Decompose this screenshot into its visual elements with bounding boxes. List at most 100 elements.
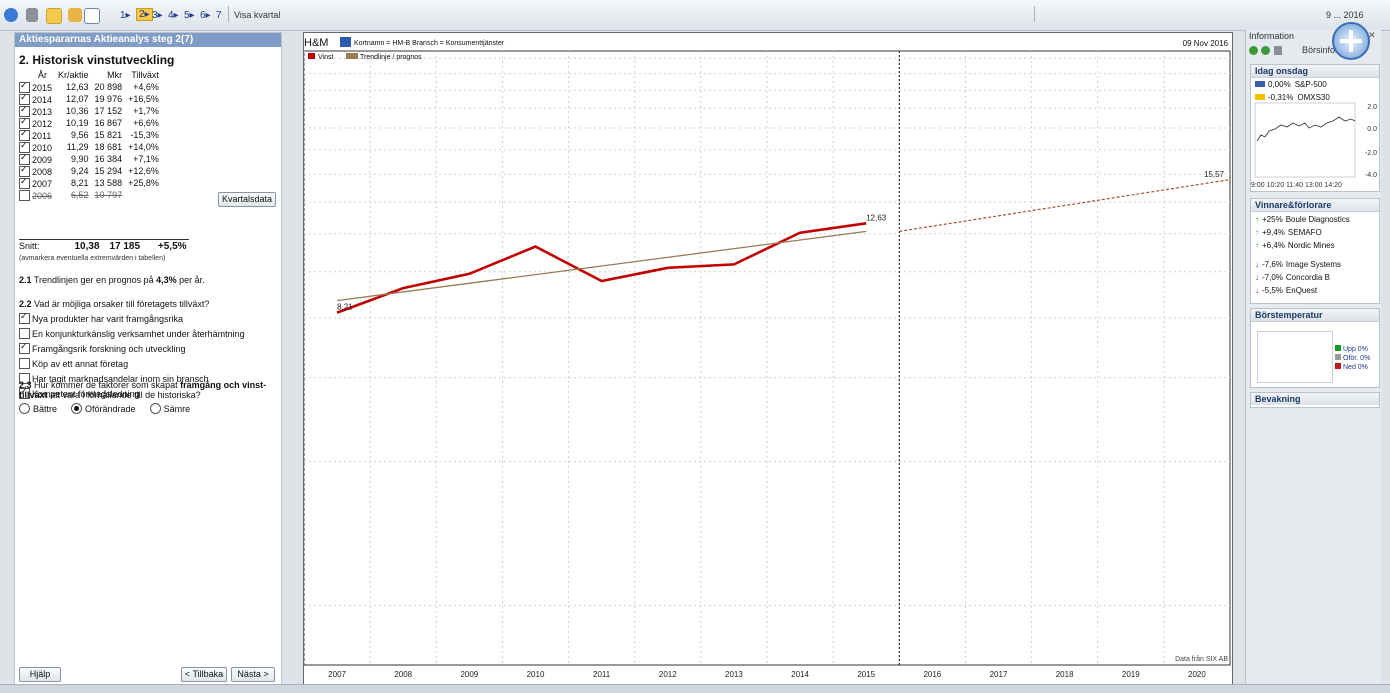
mini-y-label: -2.0 (1365, 150, 1377, 157)
data-label: 12,63 (866, 213, 887, 222)
year-label: 2007 (32, 178, 53, 189)
chart-title: H&M (304, 37, 328, 49)
mini-y-label: 0.0 (1367, 126, 1377, 133)
toolbar-divider (228, 6, 229, 22)
step-1-button[interactable]: 1▸ (120, 10, 131, 21)
toolbar-divider (1034, 6, 1035, 22)
information-title: Information (1249, 31, 1295, 41)
watchlist-title[interactable]: Bevakning (1251, 393, 1379, 405)
flag-icon (1255, 94, 1265, 100)
chart-info: Kortnamn = HM-B Bransch = Konsumenttjäns… (354, 40, 505, 47)
mkr-cell: 15 821 (94, 130, 123, 140)
x-tick-label: 2011 (593, 670, 611, 679)
reason-item[interactable]: Nya produkter har varit framgångsrika (19, 311, 183, 324)
step-7-button[interactable]: 7 (216, 10, 222, 21)
arrow-down-icon: ↓ (1255, 260, 1259, 269)
back-arrow-icon[interactable] (1249, 46, 1258, 55)
borsinfo-label[interactable]: Börsinfo (1302, 45, 1335, 55)
mkr-cell: 16 867 (94, 118, 123, 128)
option-radio[interactable] (19, 403, 30, 414)
row-checkbox[interactable] (19, 176, 30, 189)
tillvaxt-cell: +7,1% (133, 154, 159, 164)
step-4-button[interactable]: 4▸ (168, 10, 179, 21)
year-label: 2013 (32, 106, 53, 117)
section-text: Vad är möjliga orsaker till företagets t… (34, 299, 210, 309)
index-row[interactable]: 0,00% S&P-500 (1251, 78, 1379, 91)
visa-kvartal-link[interactable]: Visa kvartal (234, 10, 280, 20)
reason-label: Framgångsrik forskning och utveckling (32, 344, 186, 354)
reason-checkbox[interactable] (19, 341, 30, 354)
option-3[interactable]: Sämre (149, 403, 190, 414)
toolbar: 1▸ 2▸ 3▸ 4▸ 5▸ 6▸ 7 Visa kvartal 9 ... 2016 (0, 0, 1390, 31)
tillvaxt-cell: +6,6% (133, 118, 159, 128)
reason-checkbox[interactable] (19, 311, 30, 324)
grid-icon[interactable] (46, 8, 62, 24)
wrench-icon[interactable] (26, 8, 38, 22)
step-3-button[interactable]: 3▸ (152, 10, 163, 21)
reason-item[interactable]: Köp av ett annat företag (19, 358, 128, 369)
section-bold: framgång och vinst- (180, 380, 267, 390)
document-icon[interactable] (84, 8, 100, 24)
krAktie-cell: 9,24 (71, 166, 89, 176)
mover-row[interactable]: ↓ -5,5% EnQuest (1251, 284, 1379, 297)
watchlist-box: Bevakning (1250, 392, 1380, 408)
reason-label: Köp av ett annat företag (32, 359, 129, 369)
reason-item[interactable]: Framgångsrik forskning och utveckling (19, 341, 186, 354)
reason-checkbox[interactable] (19, 328, 30, 339)
arrow-up-icon: ↑ (1255, 215, 1259, 224)
analysis-panel: Aktiespararnas Aktieanalys steg 2(7) 2. … (14, 32, 282, 686)
x-tick-label: 2010 (527, 670, 545, 679)
legend-swatch (1335, 345, 1341, 351)
option-radio[interactable] (149, 403, 161, 414)
folder-icon[interactable] (68, 8, 82, 22)
section-2-1: 2.1 Trendlinjen ger en prognos på 4,3% p… (19, 275, 205, 285)
chart-date: 09 Nov 2016 (1183, 39, 1229, 48)
option-radio[interactable] (71, 403, 83, 414)
mover-row[interactable]: ↑ +25% Boule Diagnostics (1251, 213, 1379, 226)
wrench-icon[interactable] (1274, 46, 1282, 55)
chart-source: Data från SIX AB (1175, 655, 1228, 663)
next-button[interactable]: Nästa > (231, 667, 275, 682)
mover-row[interactable]: ↑ +9,4% SEMAFO (1251, 226, 1379, 239)
tillvaxt-cell: +25,8% (128, 178, 159, 188)
krAktie-cell: 10,19 (66, 118, 89, 128)
mover-row[interactable]: ↑ +6,4% Nordic Mines (1251, 239, 1379, 252)
step-5-button[interactable]: 5▸ (184, 10, 195, 21)
x-tick-label: 2008 (394, 670, 412, 679)
year-label: 2012 (32, 118, 53, 129)
step-2-button[interactable]: 2▸ (136, 8, 153, 21)
year-cell: 2006 (19, 189, 55, 201)
year-cell: 2007 (19, 176, 55, 189)
toolbar-date: 9 ... 2016 (1326, 10, 1364, 20)
tillvaxt-cell (125, 189, 162, 201)
tillvaxt-cell: -15,3% (130, 130, 159, 140)
option-1[interactable]: Bättre (19, 403, 58, 414)
help-button[interactable]: Hjälp (19, 667, 61, 682)
option-2[interactable]: Oförändrade (71, 403, 136, 414)
mover-value: +9,4% (1262, 228, 1285, 237)
forward-arrow-icon[interactable] (1261, 46, 1270, 55)
globe-icon[interactable] (4, 8, 18, 22)
step-6-button[interactable]: 6▸ (200, 10, 211, 21)
temperature-legend-item: Oför. 0% (1335, 354, 1370, 363)
reason-checkbox[interactable] (19, 358, 30, 369)
data-label: 8,21 (337, 303, 353, 312)
mover-row[interactable]: ↓ -7,0% Concordia B (1251, 271, 1379, 284)
x-tick-label: 2007 (328, 670, 346, 679)
x-tick-label: 2009 (460, 670, 478, 679)
kvartalsdata-button[interactable]: Kvartalsdata (218, 192, 276, 207)
mover-value: -7,0% (1262, 273, 1283, 282)
reason-item[interactable]: En konjunkturkänslig verksamhet under åt… (19, 328, 245, 339)
x-tick-label: 2016 (923, 670, 941, 679)
mover-row[interactable]: ↓ -7,6% Image Systems (1251, 258, 1379, 271)
option-label: Bättre (33, 404, 58, 414)
tillvaxt-cell: +12,6% (128, 166, 159, 176)
table-row: 2015 12,63 20 898 +4,6% (19, 80, 162, 93)
zoom-magnifier-icon[interactable] (1332, 22, 1370, 60)
temperature-legend-label: Upp 0% (1343, 346, 1368, 353)
section-number: 2.2 (19, 299, 32, 309)
row-checkbox[interactable] (19, 189, 30, 201)
back-button[interactable]: < Tillbaka (181, 667, 227, 682)
x-tick-label: 2013 (725, 670, 743, 679)
year-label: 2014 (32, 94, 53, 105)
